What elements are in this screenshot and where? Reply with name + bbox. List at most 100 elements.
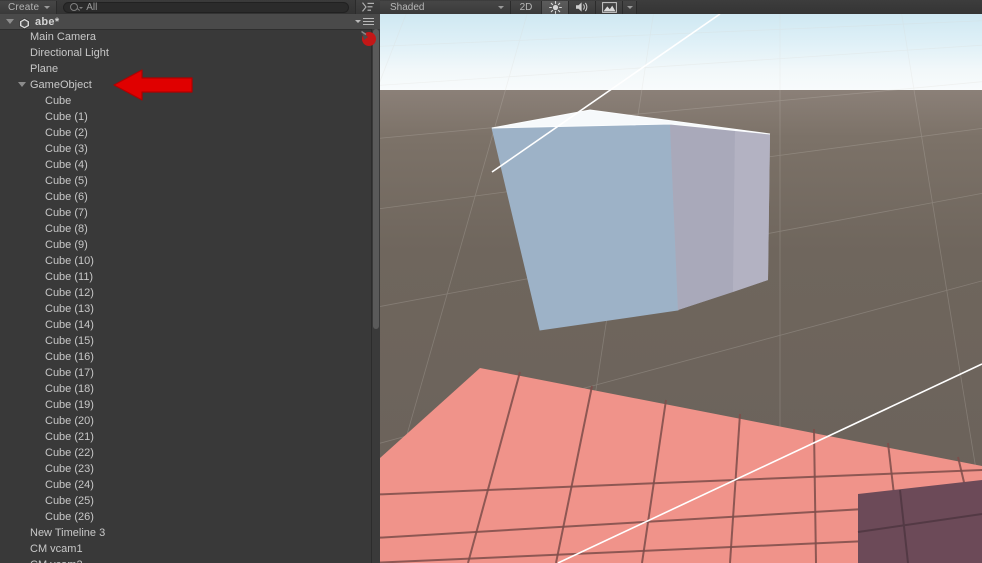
hierarchy-item[interactable]: Cube (21) [0, 429, 372, 445]
hierarchy-item[interactable]: Cube (20) [0, 413, 372, 429]
hierarchy-item[interactable]: Directional Light [0, 45, 372, 61]
hierarchy-item[interactable]: Main Camera [0, 29, 372, 45]
scene-context-menu-button[interactable] [355, 17, 374, 26]
hierarchy-item[interactable]: Cube (13) [0, 301, 372, 317]
hierarchy-item[interactable]: Cube (11) [0, 269, 372, 285]
chevron-down-icon [498, 5, 504, 9]
hierarchy-item[interactable]: Cube (1) [0, 109, 372, 125]
hierarchy-item[interactable]: Cube (8) [0, 221, 372, 237]
hierarchy-item[interactable]: Cube (15) [0, 333, 372, 349]
search-input-value: All [86, 1, 98, 13]
scene-name-label: abe* [35, 15, 60, 28]
hierarchy-item-label: Cube (26) [45, 511, 94, 523]
scene-header-row[interactable]: abe* [0, 14, 380, 30]
hierarchy-item-label: Cube (23) [45, 463, 94, 475]
hierarchy-item-label: Cube (19) [45, 399, 94, 411]
gizmo-lines [491, 14, 982, 563]
hierarchy-item[interactable]: Cube (19) [0, 397, 372, 413]
hierarchy-item-label: Cube (7) [45, 207, 88, 219]
create-button-label: Create [8, 1, 40, 13]
hierarchy-item[interactable]: Cube (17) [0, 365, 372, 381]
hierarchy-item-label: Cube (1) [45, 111, 88, 123]
sort-alphabetical-icon[interactable] [355, 0, 380, 14]
hierarchy-item-label: CM vcam1 [30, 543, 83, 555]
hierarchy-item[interactable]: Cube (3) [0, 141, 372, 157]
unity-editor-window: Create All abe* Main Camera Directional … [0, 0, 982, 563]
hierarchy-item[interactable]: Cube (6) [0, 189, 372, 205]
hierarchy-item[interactable]: Cube (26) [0, 509, 372, 525]
hierarchy-item[interactable]: Cube (5) [0, 173, 372, 189]
hierarchy-toolbar: Create All [0, 0, 380, 15]
hamburger-menu-icon [363, 17, 374, 26]
hierarchy-item-label: Cube (18) [45, 383, 94, 395]
hierarchy-item-label: Cube (20) [45, 415, 94, 427]
shading-mode-label: Shaded [390, 1, 425, 13]
chevron-down-icon [44, 5, 51, 9]
hierarchy-item[interactable]: Cube (25) [0, 493, 372, 509]
hierarchy-item-label: Cube (21) [45, 431, 94, 443]
hierarchy-item-label: Cube (25) [45, 495, 94, 507]
hierarchy-item-label: Cube [45, 95, 72, 107]
hierarchy-item-label: Cube (15) [45, 335, 94, 347]
toggle-2d-label: 2D [519, 1, 533, 13]
chevron-down-icon [355, 20, 361, 23]
hierarchy-item[interactable]: CM vcam1 [0, 541, 372, 557]
triangle-down-icon[interactable] [6, 19, 14, 24]
hierarchy-item[interactable]: New Timeline 3 [0, 525, 372, 541]
hierarchy-item[interactable]: Cube (12) [0, 285, 372, 301]
hierarchy-item[interactable]: Cube (23) [0, 461, 372, 477]
hierarchy-item-label: New Timeline 3 [30, 527, 106, 539]
search-icon [70, 3, 79, 11]
hierarchy-item-label: Cube (3) [45, 143, 88, 155]
hierarchy-item-label: Cube (8) [45, 223, 88, 235]
hierarchy-item-label: Cube (4) [45, 159, 88, 171]
triangle-down-icon[interactable] [18, 82, 26, 87]
chevron-down-icon [79, 6, 84, 9]
image-effects-icon[interactable] [596, 0, 623, 14]
hierarchy-scrollbar-thumb[interactable] [373, 29, 379, 329]
hierarchy-item[interactable]: Cube (18) [0, 381, 372, 397]
shading-mode-dropdown[interactable]: Shaded [380, 0, 511, 14]
hierarchy-item[interactable]: Cube (9) [0, 237, 372, 253]
hierarchy-list[interactable]: Main Camera Directional Light Plane GameObj… [0, 29, 372, 563]
create-button[interactable]: Create [0, 0, 58, 14]
speaker-icon[interactable] [569, 0, 596, 14]
hierarchy-item-label: Cube (24) [45, 479, 94, 491]
hierarchy-item-label: CM vcam2 [30, 559, 83, 563]
unity-logo-icon [19, 16, 30, 30]
hierarchy-item-label: Cube (9) [45, 239, 88, 251]
scene-viewport[interactable] [380, 14, 982, 563]
hierarchy-item[interactable]: Cube (16) [0, 349, 372, 365]
hierarchy-item[interactable]: CM vcam2 [0, 557, 372, 563]
scene-view-toolbar: Shaded 2D [380, 0, 982, 15]
hierarchy-item-label: Cube (11) [45, 271, 94, 283]
image-effects-group [596, 0, 637, 14]
hierarchy-item-label: Cube (10) [45, 255, 94, 267]
hierarchy-item[interactable]: Cube (22) [0, 445, 372, 461]
hierarchy-item-label: Main Camera [30, 31, 97, 43]
chevron-down-icon[interactable] [623, 0, 637, 14]
scene-visibility-badge-icon[interactable] [358, 29, 378, 47]
hierarchy-item[interactable]: Cube (14) [0, 317, 372, 333]
hierarchy-item-label: Cube (12) [45, 287, 94, 299]
hierarchy-item[interactable]: Cube (4) [0, 157, 372, 173]
hierarchy-scrollbar[interactable] [371, 29, 380, 563]
toggle-2d-button[interactable]: 2D [511, 0, 542, 14]
hierarchy-item[interactable]: Cube (7) [0, 205, 372, 221]
hierarchy-item-label: Cube (6) [45, 191, 88, 203]
hierarchy-item-label: Cube (22) [45, 447, 94, 459]
hierarchy-item-label: Cube (14) [45, 319, 94, 331]
hierarchy-item[interactable]: Cube (10) [0, 253, 372, 269]
hierarchy-item[interactable]: Cube (24) [0, 477, 372, 493]
hierarchy-item-label: Cube (17) [45, 367, 94, 379]
sun-icon[interactable] [542, 0, 569, 14]
hierarchy-item-label: Cube (13) [45, 303, 94, 315]
scene-view-panel: Shaded 2D [380, 0, 982, 563]
hierarchy-item-label: Cube (5) [45, 175, 88, 187]
hierarchy-item-label: Cube (16) [45, 351, 94, 363]
red-arrow-left-icon [113, 69, 193, 101]
search-input[interactable]: All [63, 1, 349, 13]
hierarchy-item-label: Plane [30, 63, 59, 75]
hierarchy-item-label: Directional Light [30, 47, 109, 59]
hierarchy-item[interactable]: Cube (2) [0, 125, 372, 141]
